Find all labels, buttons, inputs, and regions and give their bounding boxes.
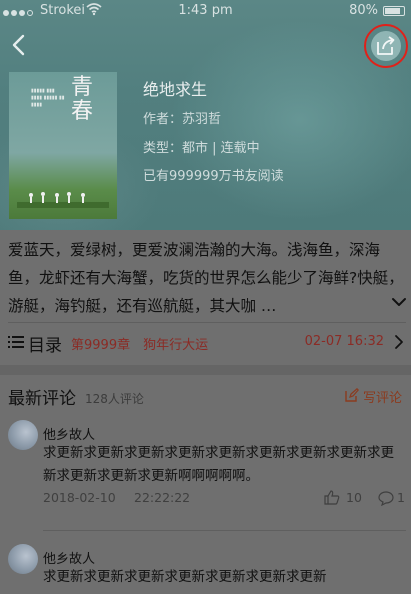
book-type: 类型：都市 | 连载中 <box>143 141 260 156</box>
comment-item[interactable]: 他乡故人 求更新求更新求更新求更新求更新求更新求更新 <box>8 544 406 594</box>
book-cover[interactable]: ▮▮▮▮▮ ▮▮▮ ▮▮▮▮ ▮▮▮▮▮ ▮▮ ▮▮▮▮ 青春 <box>9 72 117 219</box>
write-comment-button[interactable]: 写评论 <box>345 387 402 406</box>
divider <box>43 530 406 531</box>
book-description: 爱蓝天，爱绿树，更爱波澜浩瀚的大海。浅海鱼，深海鱼，龙虾还有大海蟹，吃货的世界怎… <box>8 236 406 320</box>
battery-icon <box>383 6 405 16</box>
book-author: 作者：苏羽哲 <box>143 112 222 127</box>
latest-chapter: 第9999章 狗年行大运 <box>71 338 209 353</box>
comment-text: 求更新求更新求更新求更新求更新求更新求更新求更新求更新求更新求更新求更新啊啊啊啊… <box>43 445 394 484</box>
like-count: 10 <box>346 490 362 505</box>
comment-time: 22:22:22 <box>134 490 191 505</box>
back-button[interactable] <box>8 32 30 58</box>
comment-author: 他乡故人 <box>43 428 96 443</box>
comment-item[interactable]: 他乡故人 求更新求更新求更新求更新求更新求更新求更新求更新求更新求更新求更新求更… <box>8 420 406 530</box>
comment-text: 求更新求更新求更新求更新求更新求更新求更新 <box>43 569 327 585</box>
divider <box>8 322 406 323</box>
toc-label: 目录 <box>28 336 62 356</box>
list-icon <box>8 336 24 348</box>
chevron-left-icon <box>12 34 25 56</box>
avatar[interactable] <box>8 544 38 574</box>
chevron-right-icon <box>395 335 403 349</box>
cover-figures-illustration <box>17 192 109 208</box>
comment-date: 2018-02-10 <box>43 490 116 505</box>
share-button[interactable] <box>364 24 408 68</box>
comment-author: 他乡故人 <box>43 552 96 567</box>
comments-count: 128人评论 <box>85 392 144 406</box>
avatar[interactable] <box>8 420 38 450</box>
table-of-contents-row[interactable]: 目录 第9999章 狗年行大运 02-07 16:32 <box>8 330 406 356</box>
cover-title: 青春 <box>71 75 94 124</box>
update-time: 02-07 16:32 <box>304 334 384 349</box>
status-bar: Strokei 1:43 pm 80% <box>0 0 411 22</box>
comments-title: 最新评论 <box>8 389 76 409</box>
book-header: Strokei 1:43 pm 80% ▮▮▮▮▮ ▮▮▮ ▮▮▮▮ ▮▮▮▮▮… <box>0 0 411 230</box>
section-separator <box>0 365 411 375</box>
book-title: 绝地求生 <box>143 80 208 99</box>
thumbs-up-icon <box>324 490 340 505</box>
speech-bubble-icon <box>378 491 394 506</box>
write-comment-label: 写评论 <box>362 391 402 406</box>
book-readers: 已有999999万书友阅读 <box>143 169 284 184</box>
expand-description-button[interactable] <box>389 292 409 312</box>
reply-count: 1 <box>397 490 405 505</box>
share-icon <box>377 36 395 55</box>
cover-subtitle-decoration: ▮▮▮▮▮ ▮▮▮ ▮▮▮▮ ▮▮▮▮▮ ▮▮ ▮▮▮▮ <box>31 88 65 108</box>
battery-percent: 80% <box>349 3 378 18</box>
description-text: 爱蓝天，爱绿树，更爱波澜浩瀚的大海。浅海鱼，深海鱼，龙虾还有大海蟹，吃货的世界怎… <box>8 241 404 315</box>
chevron-down-icon <box>392 298 406 306</box>
edit-icon <box>345 388 359 402</box>
comments-header: 最新评论 128人评论 写评论 <box>8 384 406 409</box>
